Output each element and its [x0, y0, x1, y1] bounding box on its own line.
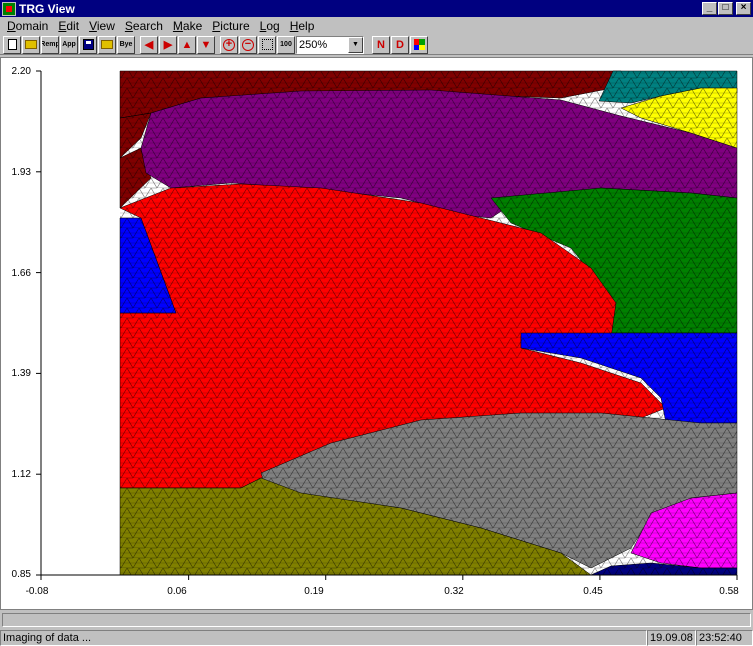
remap-button[interactable]: Remp	[41, 35, 59, 54]
y-tick-label: 1.66	[11, 268, 31, 279]
arrow-up-icon: ▲	[181, 38, 193, 51]
move-up-button[interactable]: ▲	[178, 35, 196, 54]
arrow-down-icon: ▼	[200, 38, 212, 51]
x-tick-label: 0.45	[583, 586, 603, 597]
zoom-select[interactable]: 250% ▼	[296, 35, 364, 54]
save-disk-icon	[82, 39, 94, 50]
status-date: 19.09.08	[647, 630, 696, 646]
y-tick-label: 1.12	[11, 469, 31, 480]
n-label: N	[377, 38, 385, 51]
arrow-left-icon: ◀	[144, 39, 154, 51]
move-down-button[interactable]: ▼	[197, 35, 215, 54]
plot-area[interactable]: 2.20 1.93 1.66 1.39 1.12 0.85 -0.08 0.06…	[0, 57, 753, 610]
window-title: TRG View	[19, 1, 75, 16]
move-left-button[interactable]: ◀	[140, 35, 158, 54]
zoom-100-button[interactable]: 100	[277, 35, 295, 54]
d-label: D	[396, 38, 404, 51]
mesh-overlay	[120, 71, 737, 575]
status-bar: Imaging of data ... 19.09.08 23:52:40	[0, 630, 753, 646]
maximize-button[interactable]: □	[718, 2, 733, 15]
x-tick-label: -0.08	[25, 586, 49, 597]
bye-button[interactable]: Bye	[117, 35, 135, 54]
zoom-value: 250%	[299, 38, 328, 51]
menu-make[interactable]: Make	[168, 19, 207, 33]
zoom-out-button[interactable]: −	[239, 35, 257, 54]
zoom-in-button[interactable]: +	[220, 35, 238, 54]
x-tick-label: 0.58	[719, 586, 739, 597]
horizontal-scrollbar[interactable]	[2, 613, 751, 627]
zoom-in-icon: +	[223, 38, 235, 51]
open-dir-button[interactable]	[98, 35, 116, 54]
menu-log[interactable]: Log	[255, 19, 285, 33]
select-region-button[interactable]	[258, 35, 276, 54]
title-bar: TRG View _ □ ×	[0, 0, 753, 17]
app-button[interactable]: App	[60, 35, 78, 54]
x-tick-label: 0.32	[444, 586, 464, 597]
menu-search[interactable]: Search	[120, 19, 168, 33]
arrow-right-icon: ▶	[163, 39, 173, 51]
y-tick-label: 2.20	[11, 66, 31, 77]
menu-edit[interactable]: Edit	[53, 19, 84, 33]
dropdown-arrow-icon[interactable]: ▼	[348, 36, 363, 53]
close-button[interactable]: ×	[736, 2, 751, 15]
y-tick-label: 1.39	[11, 368, 31, 379]
move-right-button[interactable]: ▶	[159, 35, 177, 54]
zoom-out-icon: −	[242, 38, 254, 51]
menu-help[interactable]: Help	[285, 19, 320, 33]
y-tick-label: 1.93	[11, 167, 31, 178]
x-tick-label: 0.06	[167, 586, 187, 597]
minimize-button[interactable]: _	[702, 2, 717, 15]
status-message: Imaging of data ...	[0, 630, 647, 646]
color-palette-icon	[413, 39, 425, 50]
mesh-plot[interactable]	[1, 58, 752, 609]
selection-box-icon	[261, 39, 273, 50]
n-button[interactable]: N	[372, 35, 390, 54]
menu-picture[interactable]: Picture	[207, 19, 254, 33]
toolbar: Remp App Bye ◀ ▶ ▲ ▼ + − 100 250% ▼ N D	[0, 35, 753, 55]
save-button[interactable]	[79, 35, 97, 54]
d-button[interactable]: D	[391, 35, 409, 54]
open-folder-icon	[25, 40, 37, 49]
colors-button[interactable]	[410, 35, 428, 54]
status-time: 23:52:40	[696, 630, 753, 646]
y-tick-label: 0.85	[11, 569, 31, 580]
app-icon[interactable]	[2, 1, 16, 16]
x-tick-label: 0.19	[304, 586, 324, 597]
folder-open-icon	[101, 40, 113, 49]
open-button[interactable]	[22, 35, 40, 54]
menu-domain[interactable]: Domain	[2, 19, 53, 33]
new-button[interactable]	[3, 35, 21, 54]
new-file-icon	[7, 39, 17, 50]
menu-view[interactable]: View	[84, 19, 120, 33]
menu-bar: Domain Edit View Search Make Picture Log…	[0, 17, 753, 35]
